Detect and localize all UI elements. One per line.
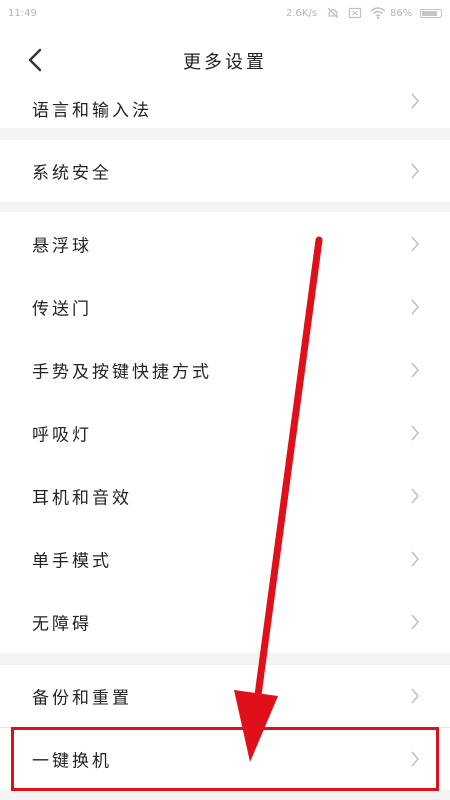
settings-item-label: 无障碍 [32,614,92,634]
chevron-right-icon [411,236,419,251]
settings-item-label: 单手模式 [32,551,112,571]
battery-icon [420,9,442,18]
chevron-right-icon [411,614,419,629]
settings-item-portal[interactable]: 传送门 [0,275,450,338]
settings-item-label: 系统安全 [32,163,112,184]
chevron-right-icon [411,488,419,503]
chevron-right-icon [411,688,419,704]
chevron-right-icon [411,93,419,109]
section-divider [0,202,450,212]
battery-percent: 86% [390,8,413,19]
status-time: 11:49 [8,8,37,19]
settings-item-label: 语言和输入法 [32,101,152,121]
chevron-right-icon [411,425,419,440]
settings-item-system-security[interactable]: 系统安全 [0,140,450,202]
chevron-right-icon [411,551,419,566]
highlight-box [11,727,439,791]
chevron-right-icon [411,362,419,377]
settings-item-backup-reset[interactable]: 备份和重置 [0,665,450,727]
title-bar: 更多设置 [0,28,450,90]
settings-item-accessibility[interactable]: 无障碍 [0,590,450,653]
chevron-right-icon [411,163,419,179]
page-title: 更多设置 [183,52,267,73]
chevron-right-icon [411,299,419,314]
settings-item-label: 手势及按键快捷方式 [32,362,212,382]
settings-item-one-handed-mode[interactable]: 单手模式 [0,527,450,590]
settings-item-label: 耳机和音效 [32,488,132,508]
network-speed: 2.6K/s [286,8,318,19]
settings-item-language-input[interactable]: 语言和输入法 [0,90,450,128]
settings-item-label: 悬浮球 [32,236,92,256]
settings-item-label: 备份和重置 [32,688,132,709]
settings-item-label: 传送门 [32,299,92,319]
settings-item-floating-ball[interactable]: 悬浮球 [0,212,450,275]
wifi-icon [370,7,386,20]
sim-x-icon [348,7,362,19]
status-bar: 11:49 2.6K/s 86% [0,0,450,28]
alarm-off-icon [327,7,339,19]
settings-item-gestures-shortcuts[interactable]: 手势及按键快捷方式 [0,338,450,401]
bottom-padding [0,790,450,800]
section-divider [0,128,450,140]
section-divider [0,653,450,665]
settings-item-breathing-light[interactable]: 呼吸灯 [0,401,450,464]
settings-item-label: 呼吸灯 [32,425,92,445]
settings-item-earphones-audio[interactable]: 耳机和音效 [0,464,450,527]
